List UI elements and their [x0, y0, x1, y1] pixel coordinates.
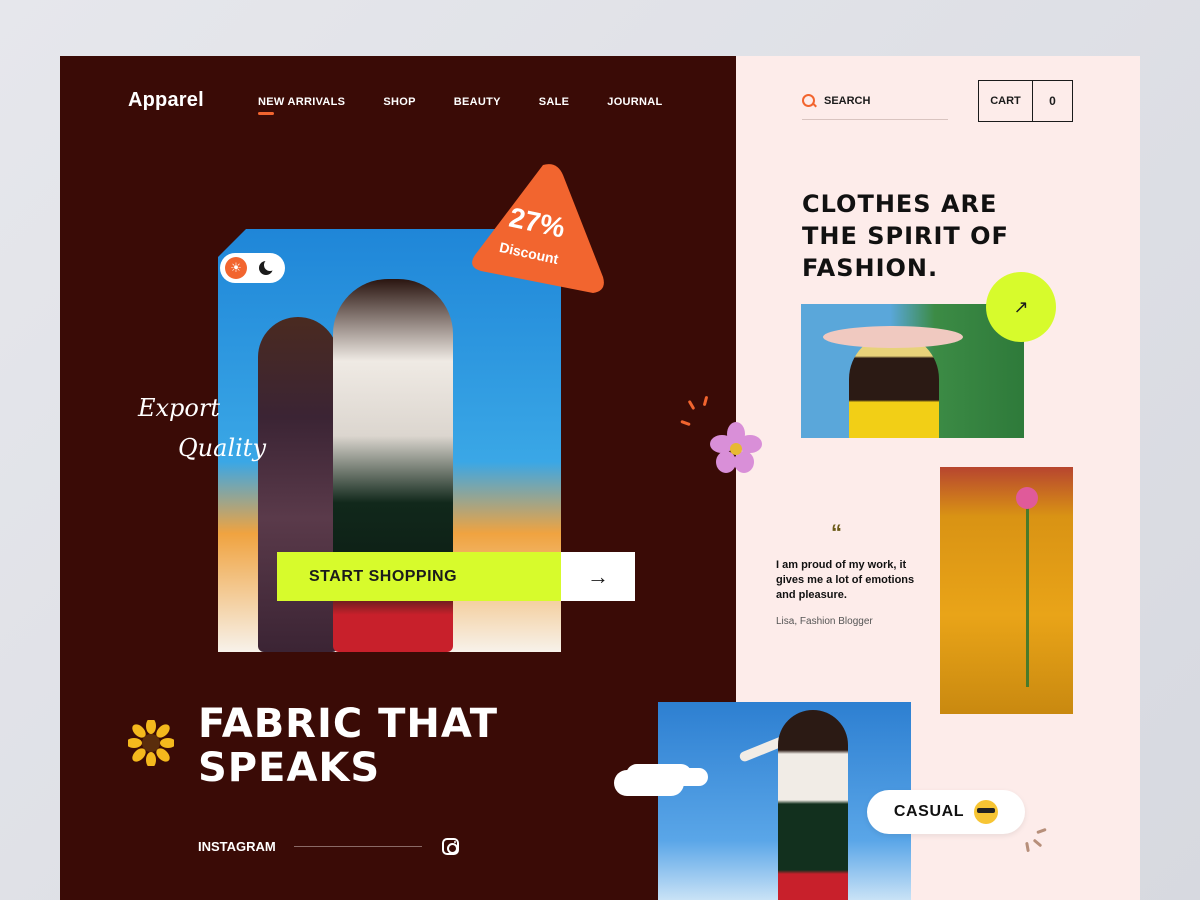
moon-icon: [259, 259, 276, 275]
arrow-up-right-icon[interactable]: ↗: [990, 276, 1052, 338]
casual-label: CASUAL: [893, 803, 965, 820]
start-shopping-label: START SHOPPING: [277, 552, 561, 601]
flower-icon: [710, 422, 762, 474]
nav-item-new-arrivals[interactable]: NEW ARRIVALS: [258, 96, 345, 115]
instagram-icon[interactable]: [442, 838, 459, 855]
instagram-divider: [294, 846, 422, 847]
start-shopping-button[interactable]: START SHOPPING →: [277, 552, 635, 601]
export-quality-script: Export Quality: [138, 388, 266, 468]
theme-toggle[interactable]: ☀: [220, 253, 285, 283]
hat-model-figure: [849, 334, 939, 438]
nav-item-beauty[interactable]: BEAUTY: [454, 96, 501, 108]
sun-icon: ☀: [225, 257, 247, 279]
brand-logo[interactable]: Apparel: [128, 89, 204, 112]
jumping-model-figure: [778, 710, 848, 900]
flower-stem: [1026, 497, 1029, 687]
tagline: CLOTHES ARE THE SPIRIT OF FASHION.: [802, 188, 1009, 284]
nav-item-shop[interactable]: SHOP: [383, 96, 415, 108]
tagline-line-1: CLOTHES ARE: [802, 190, 998, 218]
search-field[interactable]: SEARCH: [802, 92, 948, 120]
tagline-line-3: FASHION.: [802, 254, 939, 282]
yellow-coat-photo[interactable]: [940, 467, 1073, 714]
cart-button[interactable]: CART 0: [978, 80, 1073, 122]
nav-item-sale[interactable]: SALE: [539, 96, 570, 108]
search-label: SEARCH: [824, 95, 871, 107]
script-line-1: Export: [138, 394, 220, 422]
hat-model-photo[interactable]: [801, 304, 1024, 438]
hat-brim: [823, 326, 963, 348]
main-nav: NEW ARRIVALS SHOP BEAUTY SALE JOURNAL: [258, 96, 663, 115]
script-line-2: Quality: [178, 434, 266, 462]
testimonial-author: Lisa, Fashion Blogger: [776, 616, 873, 627]
testimonial-text: I am proud of my work, it gives me a lot…: [776, 559, 915, 601]
search-icon: [802, 94, 816, 108]
sunglasses-icon: [974, 800, 999, 824]
arrow-right-icon: →: [561, 552, 635, 601]
cart-label: CART: [979, 81, 1033, 121]
cart-count: 0: [1049, 94, 1056, 108]
headline-line-1: FABRIC THAT: [198, 701, 499, 747]
hero-headline: FABRIC THAT SPEAKS: [198, 702, 498, 790]
tagline-line-2: THE SPIRIT OF: [802, 222, 1009, 250]
flower-icon: [1016, 487, 1038, 509]
quote-mark-icon: “: [831, 520, 842, 545]
model-figure-left: [258, 317, 338, 652]
cloud-decoration: [614, 770, 684, 796]
sunflower-icon: [126, 718, 176, 768]
headline-line-2: SPEAKS: [198, 745, 381, 791]
nav-item-journal[interactable]: JOURNAL: [607, 96, 662, 108]
instagram-label[interactable]: INSTAGRAM: [198, 839, 276, 854]
discount-badge: 27% Discount: [465, 159, 605, 299]
casual-tag[interactable]: CASUAL: [867, 790, 1025, 834]
